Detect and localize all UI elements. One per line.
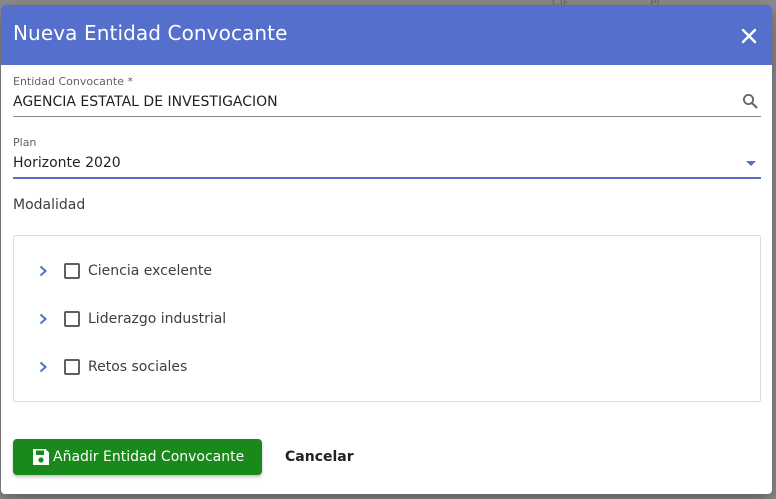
tree-item-label: Ciencia excelente — [88, 263, 212, 279]
plan-label: Plan — [13, 136, 37, 149]
modalidad-tree: Ciencia excelente Liderazgo industrial R… — [13, 235, 761, 402]
tree-item-label: Retos sociales — [88, 359, 188, 375]
close-icon[interactable] — [738, 25, 760, 47]
dropdown-arrow-icon[interactable] — [746, 161, 756, 166]
entidad-convocante-value: AGENCIA ESTATAL DE INVESTIGACION — [13, 94, 278, 110]
checkbox-ciencia-excelente[interactable] — [64, 263, 80, 279]
new-entity-dialog: Nueva Entidad Convocante Entidad Convoca… — [1, 5, 772, 494]
dialog-header: Nueva Entidad Convocante — [1, 5, 772, 65]
checkbox-liderazgo-industrial[interactable] — [64, 311, 80, 327]
plan-value: Horizonte 2020 — [13, 155, 121, 171]
chevron-right-icon[interactable] — [36, 360, 50, 374]
chevron-right-icon[interactable] — [36, 264, 50, 278]
tree-item: Ciencia excelente — [14, 256, 760, 286]
search-icon[interactable] — [742, 93, 758, 109]
plan-select[interactable] — [13, 135, 761, 179]
dialog-title: Nueva Entidad Convocante — [13, 21, 288, 45]
tree-item: Liderazgo industrial — [14, 304, 760, 334]
tree-item: Retos sociales — [14, 352, 760, 382]
modalidad-label: Modalidad — [13, 197, 86, 213]
save-icon — [33, 449, 49, 465]
entidad-convocante-label: Entidad Convocante * — [13, 75, 133, 88]
chevron-right-icon[interactable] — [36, 312, 50, 326]
tree-item-label: Liderazgo industrial — [88, 311, 227, 327]
add-entity-button[interactable]: Añadir Entidad Convocante — [13, 439, 262, 475]
add-entity-button-label: Añadir Entidad Convocante — [53, 449, 245, 465]
entidad-underline — [13, 116, 761, 117]
plan-underline — [13, 177, 761, 179]
cancel-button[interactable]: Cancelar — [273, 439, 361, 475]
checkbox-retos-sociales[interactable] — [64, 359, 80, 375]
cancel-button-label: Cancelar — [285, 449, 354, 465]
